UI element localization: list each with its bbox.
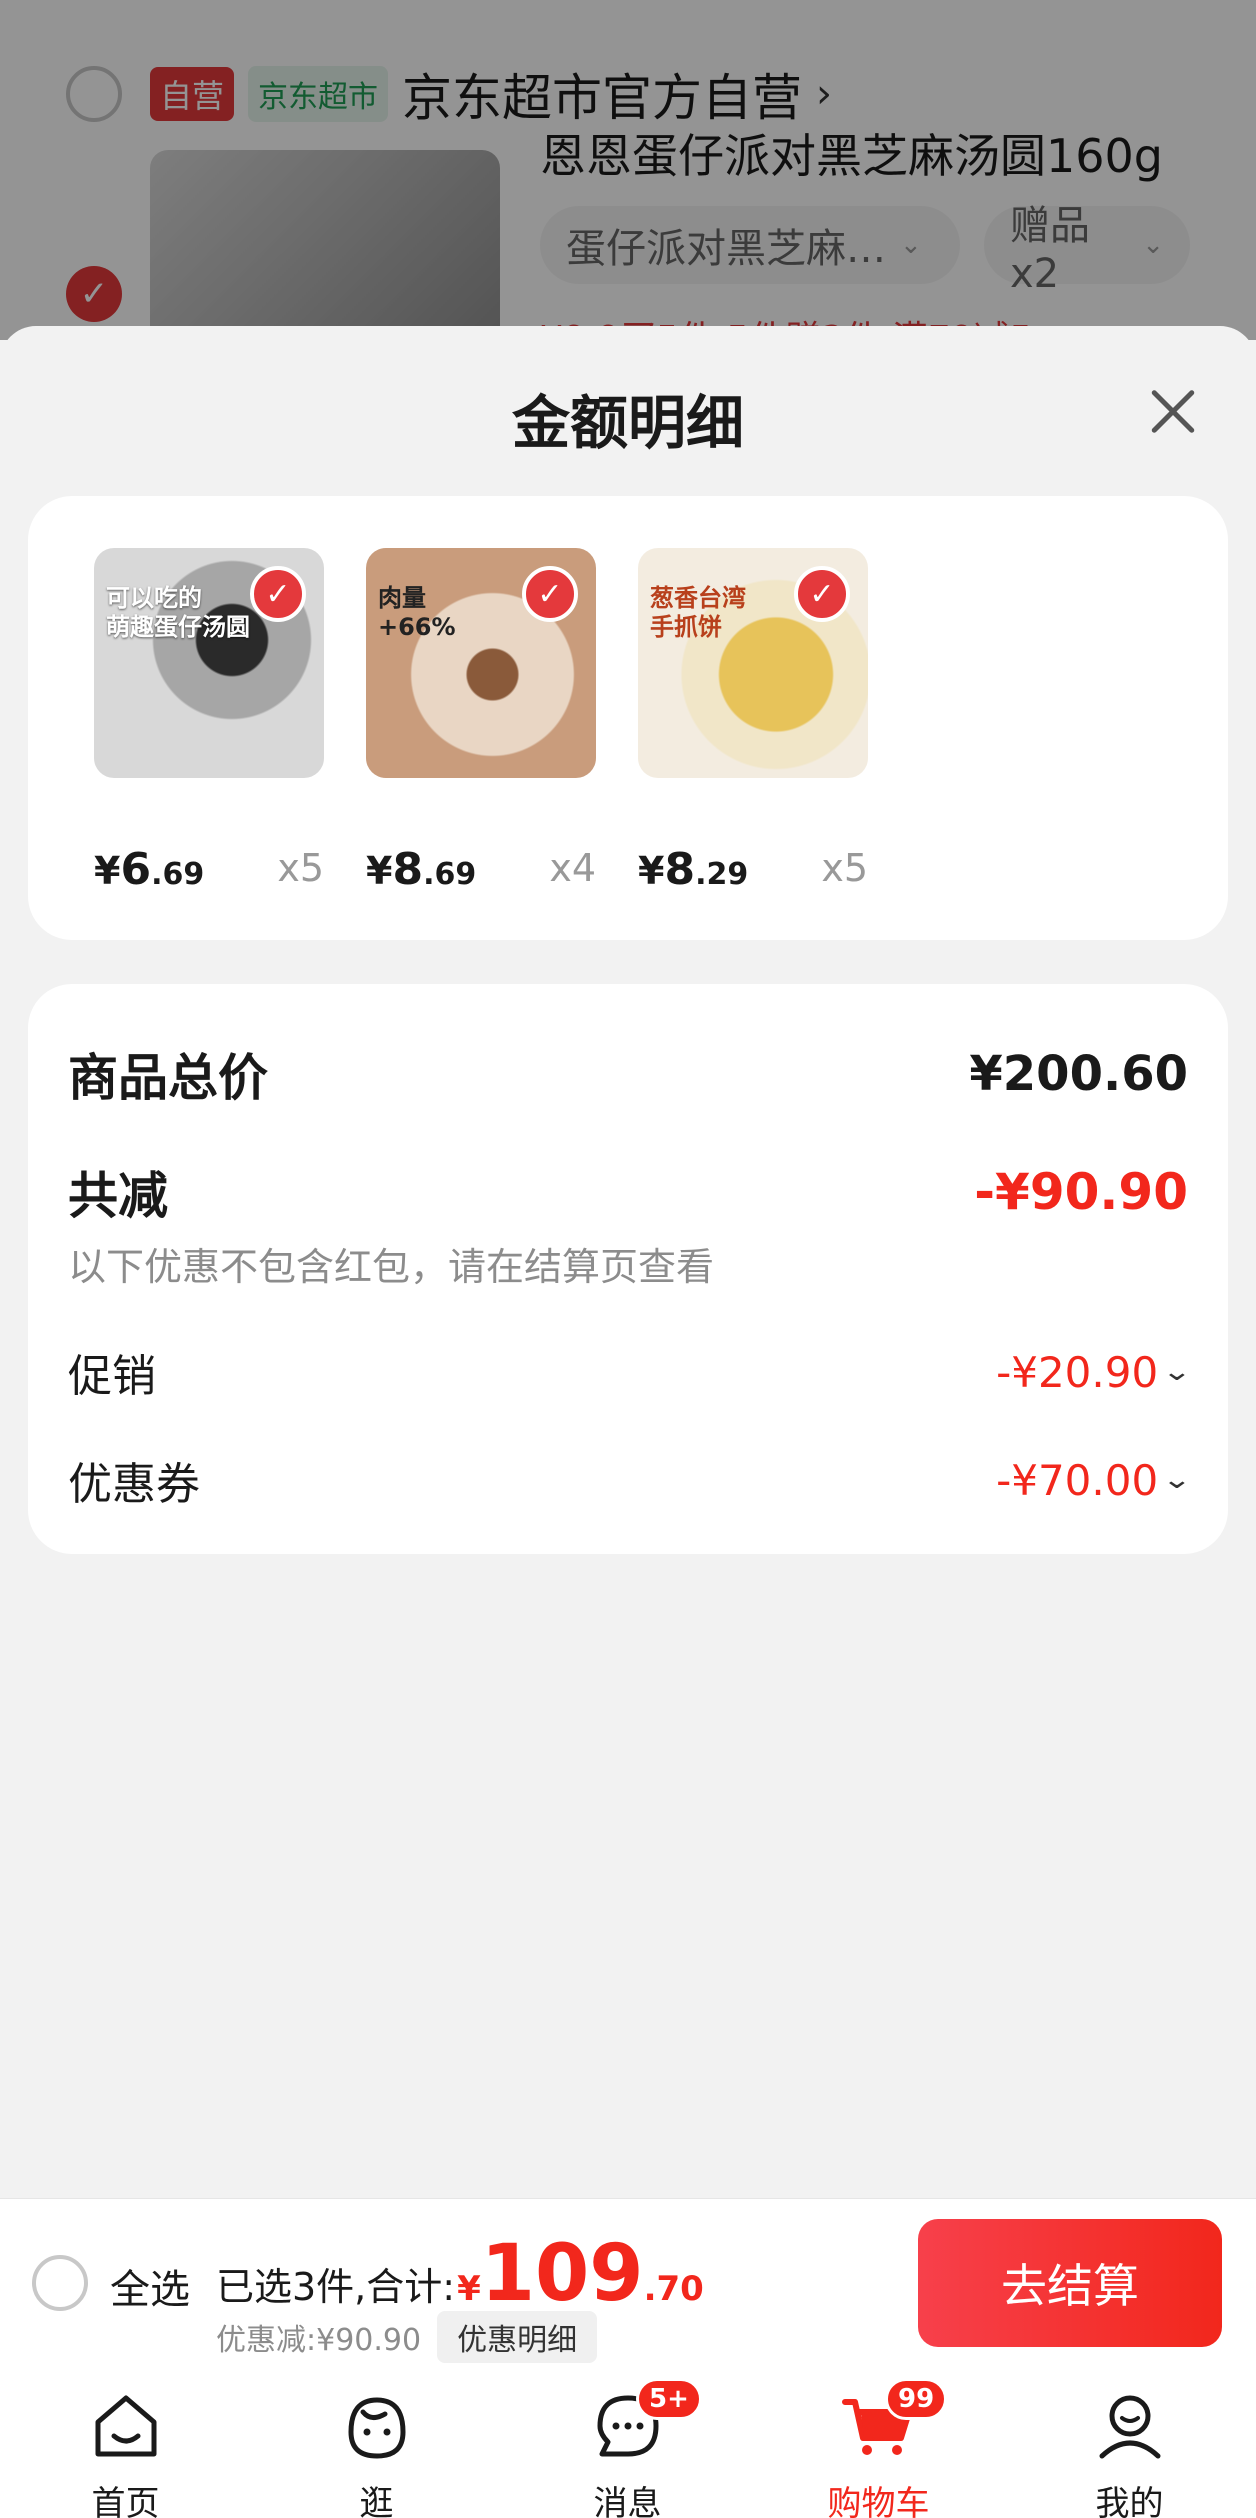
tab-profile[interactable]: 我的 [1004, 2366, 1255, 2518]
product-quantity: x4 [549, 846, 596, 890]
cart-background: 自营 京东超市 京东超市官方自营 › ✓ 恩恩蛋仔派对黑芝麻汤圆160g 蛋仔派… [0, 0, 1256, 340]
total-decimal: .70 [643, 2269, 704, 2309]
total-integer: 109 [480, 2229, 644, 2319]
product-quantity: x5 [277, 846, 324, 890]
amount-detail-sheet: 金额明细 可以吃的 萌趣蛋仔汤圆 ✓ ¥6.69 x5 肉量 +66% ✓ ¥8… [0, 326, 1256, 2198]
total-price-row: 商品总价 ¥200.60 [68, 1038, 1188, 1110]
selected-count-text: 已选3件,合计: [216, 2265, 456, 2309]
product-price: ¥6.69 [94, 844, 204, 895]
checkout-button[interactable]: 去结算 [918, 2219, 1222, 2347]
tab-label: 首页 [91, 2484, 160, 2518]
chevron-down-icon[interactable]: ⌄ [1162, 1465, 1193, 1495]
tab-explore[interactable]: 逛 [251, 2366, 502, 2518]
selected-summary: 已选3件,合计: ¥ 109 .70 [216, 2235, 704, 2313]
tab-home[interactable]: 首页 [0, 2366, 251, 2518]
tab-messages[interactable]: 5+ 消息 [502, 2366, 753, 2518]
price-decimal: .29 [695, 857, 749, 892]
coupon-value: -¥70.00 [996, 1455, 1159, 1505]
promotion-label: 促销 [68, 1351, 156, 1402]
sheet-title: 金额明细 [511, 389, 744, 457]
product-image[interactable]: 葱香台湾 手抓饼 ✓ [638, 548, 868, 778]
total-price-label: 商品总价 [68, 1049, 268, 1107]
product-image[interactable]: 肉量 +66% ✓ [366, 548, 596, 778]
discount-summary: 优惠减:¥90.90 优惠明细 [216, 2311, 598, 2363]
price-decimal: .69 [423, 857, 477, 892]
product-image-caption: 葱香台湾 手抓饼 [650, 584, 746, 641]
home-icon [95, 2395, 157, 2457]
selected-check-icon[interactable]: ✓ [794, 566, 850, 622]
product-image-caption: 可以吃的 萌趣蛋仔汤圆 [106, 584, 250, 641]
tab-label: 消息 [593, 2484, 662, 2518]
tab-label: 我的 [1095, 2484, 1164, 2518]
chevron-down-icon[interactable]: ⌄ [1162, 1357, 1193, 1387]
product-price: ¥8.69 [366, 844, 476, 895]
promotion-row[interactable]: 促销 -¥20.90 ⌄ [68, 1340, 1192, 1404]
profile-icon [1099, 2395, 1161, 2459]
tab-label: 购物车 [827, 2484, 930, 2518]
checkout-bar: 全选 已选3件,合计: ¥ 109 .70 优惠减:¥90.90 优惠明细 去结… [0, 2198, 1256, 2366]
total-reduction-value: -¥90.90 [974, 1163, 1188, 1221]
pricing-breakdown-card: 商品总价 ¥200.60 共减 -¥90.90 以下优惠不包含红包，请在结算页查… [28, 984, 1228, 1554]
close-icon[interactable] [1138, 376, 1208, 446]
selected-check-icon[interactable]: ✓ [250, 566, 306, 622]
discount-note: 以下优惠不包含红包，请在结算页查看 [68, 1245, 715, 1289]
select-all-radio[interactable] [32, 2255, 88, 2311]
total-reduction-row: 共减 -¥90.90 [68, 1156, 1188, 1228]
promotion-value: -¥20.90 [996, 1347, 1159, 1397]
modal-backdrop[interactable] [0, 0, 1256, 340]
select-all-label[interactable]: 全选 [110, 2257, 190, 2315]
price-integer: 8 [664, 844, 696, 895]
price-integer: 8 [392, 844, 424, 895]
product-item[interactable]: 可以吃的 萌趣蛋仔汤圆 ✓ ¥6.69 x5 [94, 548, 324, 895]
product-image-caption: 肉量 +66% [378, 584, 456, 641]
total-price-value: ¥200.60 [969, 1046, 1188, 1102]
promotion-value-wrap[interactable]: -¥20.90 ⌄ [996, 1347, 1192, 1397]
explore-icon [348, 2397, 406, 2459]
product-item[interactable]: 肉量 +66% ✓ ¥8.69 x4 [366, 548, 596, 895]
tab-cart[interactable]: 99 购物车 [753, 2366, 1004, 2518]
cart-badge: 99 [885, 2378, 948, 2420]
price-integer: 6 [120, 844, 152, 895]
coupon-row[interactable]: 优惠券 -¥70.00 ⌄ [68, 1448, 1192, 1512]
total-reduction-label: 共减 [68, 1167, 168, 1225]
product-price: ¥8.29 [638, 844, 748, 895]
selected-products-card: 可以吃的 萌趣蛋仔汤圆 ✓ ¥6.69 x5 肉量 +66% ✓ ¥8.69 x… [28, 496, 1228, 940]
product-item[interactable]: 葱香台湾 手抓饼 ✓ ¥8.29 x5 [638, 548, 868, 895]
discount-amount-text: 优惠减:¥90.90 [216, 2323, 422, 2358]
tab-label: 逛 [359, 2484, 394, 2518]
selected-check-icon[interactable]: ✓ [522, 566, 578, 622]
bottom-tab-bar: 首页 逛 5+ 消息 99 购物车 我的 [0, 2366, 1256, 2518]
coupon-value-wrap[interactable]: -¥70.00 ⌄ [996, 1455, 1192, 1505]
product-quantity: x5 [821, 846, 868, 890]
total-currency: ¥ [457, 2269, 481, 2309]
coupon-label: 优惠券 [68, 1459, 200, 1510]
discount-detail-button[interactable]: 优惠明细 [437, 2311, 598, 2363]
price-currency: ¥ [94, 849, 121, 893]
price-decimal: .69 [151, 857, 205, 892]
product-image[interactable]: 可以吃的 萌趣蛋仔汤圆 ✓ [94, 548, 324, 778]
message-badge: 5+ [636, 2378, 702, 2420]
price-currency: ¥ [366, 849, 393, 893]
price-currency: ¥ [638, 849, 665, 893]
